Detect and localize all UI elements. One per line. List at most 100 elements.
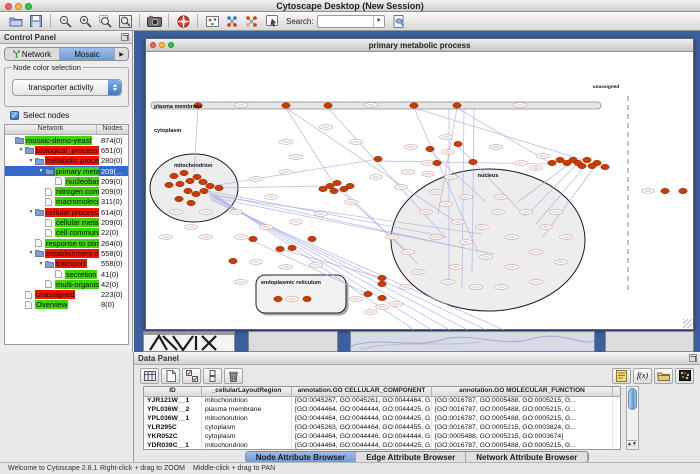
zoom-selected-button[interactable] bbox=[95, 13, 115, 30]
zoom-in-button[interactable] bbox=[75, 13, 95, 30]
expand-toggle-icon[interactable]: ▼ bbox=[37, 168, 45, 174]
help-button[interactable] bbox=[173, 13, 193, 30]
network-node[interactable] bbox=[426, 146, 434, 151]
network-node[interactable] bbox=[453, 103, 461, 108]
background-window-fragment[interactable] bbox=[605, 331, 694, 352]
network-node[interactable] bbox=[187, 200, 195, 205]
network-node[interactable] bbox=[249, 236, 257, 241]
network-canvas[interactable]: plasma membrane cytoplasm mitochondrion … bbox=[146, 52, 693, 329]
network-node[interactable] bbox=[200, 188, 208, 193]
expand-toggle-icon[interactable]: ▼ bbox=[27, 250, 35, 256]
network-node[interactable] bbox=[186, 178, 194, 183]
network-node[interactable] bbox=[288, 245, 296, 250]
tree-row[interactable]: macromolecule311(0) bbox=[5, 197, 128, 207]
column-header[interactable]: _cellularLayoutRegion bbox=[202, 387, 292, 396]
network-node[interactable] bbox=[308, 236, 316, 241]
network-node[interactable] bbox=[330, 188, 338, 193]
network-node[interactable] bbox=[184, 188, 192, 193]
network-node[interactable] bbox=[433, 160, 441, 165]
snapshot-button[interactable] bbox=[144, 13, 164, 30]
network-node[interactable] bbox=[319, 186, 327, 191]
network-node[interactable] bbox=[282, 103, 290, 108]
network-node[interactable] bbox=[548, 160, 556, 165]
table-scrollbar[interactable]: ▲▼ bbox=[626, 386, 639, 450]
birdseye-view-button[interactable] bbox=[202, 13, 222, 30]
tab-network-attribute-browser[interactable]: Network Attribute Browser bbox=[466, 452, 588, 462]
network-node[interactable] bbox=[410, 103, 418, 108]
formula-builder-button[interactable]: f(x) bbox=[633, 368, 652, 384]
tree-row[interactable]: ▼transport558(0) bbox=[5, 259, 128, 269]
table-row[interactable]: YKR052Ccytoplasm[GO:0044464, GO:0044446,… bbox=[144, 433, 620, 442]
network-node[interactable] bbox=[679, 188, 687, 193]
tree-row[interactable]: nitrogen compo209(0) bbox=[5, 186, 128, 196]
tree-row[interactable]: ▼cellular process614(0) bbox=[5, 207, 128, 217]
network-node[interactable] bbox=[176, 181, 184, 186]
network-node[interactable] bbox=[378, 275, 386, 280]
tree-row[interactable]: ▼metabolic process280(0) bbox=[5, 156, 128, 166]
tree-col-nodes[interactable]: Nodes bbox=[97, 125, 128, 134]
network-node[interactable] bbox=[274, 296, 282, 301]
network-node[interactable] bbox=[193, 174, 201, 179]
column-header[interactable]: ID bbox=[144, 387, 202, 396]
network-node[interactable] bbox=[374, 156, 382, 161]
search-dropdown-arrow[interactable]: ▼ bbox=[373, 16, 384, 27]
network-node[interactable] bbox=[324, 103, 332, 108]
network-node[interactable] bbox=[206, 183, 214, 188]
network-node[interactable] bbox=[165, 182, 173, 187]
float-panel-icon[interactable] bbox=[121, 33, 129, 41]
tree-row[interactable]: nucleobase-209(0) bbox=[5, 176, 128, 186]
open-session-button[interactable] bbox=[6, 13, 26, 30]
select-mode-button[interactable] bbox=[262, 13, 282, 30]
network-node[interactable] bbox=[303, 296, 311, 301]
network-node[interactable] bbox=[454, 141, 462, 146]
tab-mosaic[interactable]: Mosaic bbox=[60, 48, 115, 60]
tree-row[interactable]: multi-organism pro42(0) bbox=[5, 279, 128, 289]
background-window-fragment[interactable] bbox=[143, 331, 235, 352]
select-all-attributes-button[interactable] bbox=[182, 368, 201, 384]
tree-row[interactable]: Overview8(0) bbox=[5, 300, 128, 310]
tree-row[interactable]: ▼establishment of lo558(0) bbox=[5, 248, 128, 258]
tree-row[interactable]: ▼primary metabo209(... bbox=[5, 166, 128, 176]
network-node[interactable] bbox=[192, 191, 200, 196]
tree-row[interactable]: mosaic-demo-yeast874(0) bbox=[5, 135, 128, 145]
matrix-view-button[interactable] bbox=[675, 368, 694, 384]
network-node[interactable] bbox=[378, 295, 386, 300]
expand-toggle-icon[interactable]: ▼ bbox=[27, 158, 35, 164]
search-input[interactable]: ▼ bbox=[317, 15, 385, 28]
table-row[interactable]: YPL036W__1mitochondrion[GO:0044464, GO:0… bbox=[144, 415, 620, 424]
background-window-fragment[interactable] bbox=[350, 331, 595, 352]
tree-row[interactable]: secretion41(0) bbox=[5, 269, 128, 279]
unselect-all-attributes-button[interactable] bbox=[203, 368, 222, 384]
table-row[interactable]: YJR121W__1mitochondrion[GO:0045267, GO:0… bbox=[144, 397, 620, 406]
network-node[interactable] bbox=[215, 185, 223, 190]
node-color-dropdown[interactable]: transporter activity bbox=[12, 79, 122, 96]
table-row[interactable]: YLR295Ccytoplasm[GO:0045263, GO:0044464,… bbox=[144, 424, 620, 433]
tab-edge-attribute-browser[interactable]: Edge Attribute Browser bbox=[356, 452, 466, 462]
table-row[interactable]: YDR039C__1mitochondrion[GO:0044464, GO:0… bbox=[144, 442, 620, 451]
delete-attribute-button[interactable] bbox=[224, 368, 243, 384]
expand-neighbors-button[interactable] bbox=[242, 13, 262, 30]
save-session-button[interactable] bbox=[26, 13, 46, 30]
enhanced-search-button[interactable] bbox=[389, 13, 409, 30]
tab-network[interactable]: Network bbox=[5, 48, 60, 60]
create-attribute-button[interactable] bbox=[161, 368, 180, 384]
select-nodes-checkbox[interactable]: ✓ bbox=[10, 111, 19, 120]
network-node[interactable] bbox=[333, 180, 341, 185]
network-node[interactable] bbox=[578, 163, 586, 168]
tree-row[interactable]: unassigned223(0) bbox=[5, 289, 128, 299]
tree-row[interactable]: response to stimulu264(0) bbox=[5, 238, 128, 248]
scroll-down-button[interactable]: ▼ bbox=[632, 440, 637, 447]
tree-row[interactable]: cell communicat22(0) bbox=[5, 228, 128, 238]
expand-toggle-icon[interactable]: ▼ bbox=[37, 261, 45, 267]
zoom-fit-button[interactable] bbox=[115, 13, 135, 30]
column-header[interactable]: annotation.GO CELLULAR_COMPONENT bbox=[292, 387, 432, 396]
expand-toggle-icon[interactable]: ▼ bbox=[27, 209, 35, 215]
expand-toggle-icon[interactable]: ▼ bbox=[17, 147, 25, 153]
tab-node-attribute-browser[interactable]: Node Attribute Browser bbox=[246, 452, 357, 462]
tree-row[interactable]: ▼biological_process651(0) bbox=[5, 145, 128, 155]
float-panel-icon[interactable] bbox=[689, 354, 697, 362]
annotation-notes-button[interactable] bbox=[612, 368, 631, 384]
network-node[interactable] bbox=[378, 281, 386, 286]
table-row[interactable]: YPL036W__2plasma membrane[GO:0044464, GO… bbox=[144, 406, 620, 415]
more-tabs-arrow[interactable]: ▶ bbox=[115, 48, 128, 60]
